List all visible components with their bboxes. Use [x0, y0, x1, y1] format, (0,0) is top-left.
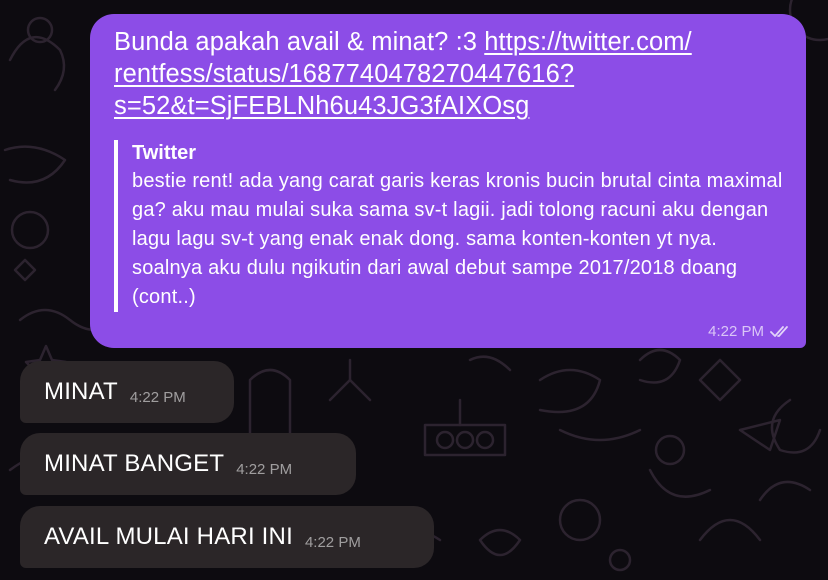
incoming-message-time: 4:22 PM — [129, 388, 186, 406]
link-preview-body: bestie rent! ada yang carat garis keras … — [132, 170, 783, 308]
incoming-message-time: 4:22 PM — [304, 533, 361, 551]
incoming-message-time: 4:22 PM — [236, 460, 293, 478]
incoming-message-text: MINAT BANGET — [44, 450, 225, 477]
incoming-message-bubble[interactable]: MINAT 4:22 PM — [20, 361, 234, 423]
outgoing-message-text: Bunda apakah avail & minat? :3 https://t… — [114, 26, 782, 122]
incoming-message-text: MINAT — [44, 378, 118, 405]
incoming-message-bubble[interactable]: MINAT BANGET 4:22 PM — [20, 433, 356, 495]
double-check-icon — [770, 325, 792, 339]
link-preview[interactable]: Twitter bestie rent! ada yang carat gari… — [114, 140, 792, 312]
incoming-message-text: AVAIL MULAI HARI INI — [44, 523, 293, 550]
outgoing-message-bubble[interactable]: Bunda apakah avail & minat? :3 https://t… — [90, 14, 806, 348]
link-preview-site: Twitter — [132, 142, 197, 164]
outgoing-message-time: 4:22 PM — [708, 323, 764, 340]
outgoing-message-meta: 4:22 PM — [708, 323, 792, 340]
outgoing-message-caption: Bunda apakah avail & minat? :3 — [114, 28, 485, 56]
incoming-message-bubble[interactable]: AVAIL MULAI HARI INI 4:22 PM — [20, 506, 434, 568]
